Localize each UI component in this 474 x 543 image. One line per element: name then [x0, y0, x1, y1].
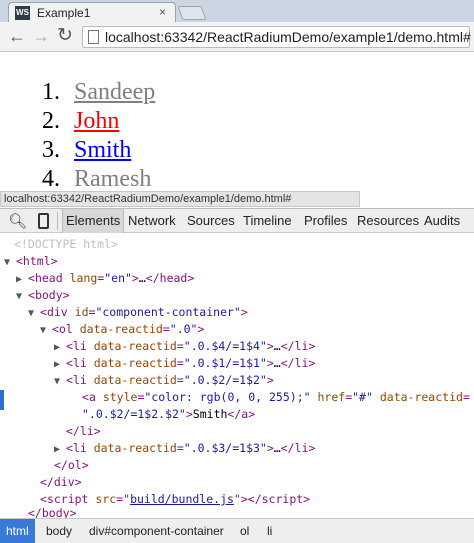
browser-tab[interactable]: WS Example1 × — [8, 2, 176, 24]
expand-triangle-icon[interactable]: ▶ — [54, 441, 66, 458]
collapse-triangle-icon[interactable]: ▼ — [28, 305, 40, 322]
dom-div-close[interactable]: </div> — [40, 474, 82, 491]
list-item: 3. Smith — [42, 137, 132, 163]
tab-strip: WS Example1 × — [0, 0, 474, 24]
dom-div-node[interactable]: ▼ <div id="component-container"> — [28, 304, 248, 321]
new-tab-button[interactable] — [177, 6, 207, 20]
dom-li-node[interactable]: ▶ <li data-reactid=".0.$3/=1$3">…</li> — [54, 440, 315, 457]
url-text[interactable]: localhost:63342/ReactRadiumDemo/example1… — [105, 29, 471, 45]
collapse-triangle-icon[interactable]: ▼ — [40, 322, 52, 339]
breadcrumb-li[interactable]: li — [267, 519, 272, 543]
separator — [57, 212, 58, 230]
collapse-triangle-icon[interactable]: ▼ — [4, 254, 16, 271]
breadcrumb-ol[interactable]: ol — [240, 519, 249, 543]
collapse-triangle-icon[interactable]: ▼ — [54, 373, 66, 390]
page-content: 1. Sandeep 2. John 3. Smith 4. Ramesh — [0, 52, 474, 192]
list-item: 1. Sandeep — [42, 79, 156, 105]
breadcrumb-div[interactable]: div#component-container — [89, 519, 224, 543]
tab-resources[interactable]: Resources — [357, 209, 419, 233]
inspect-search-icon[interactable]: 🔍︎ — [8, 212, 27, 230]
back-arrow-icon[interactable]: ← — [8, 26, 26, 46]
expand-triangle-icon[interactable]: ▶ — [54, 339, 66, 356]
dom-doctype[interactable]: <!DOCTYPE html> — [14, 236, 118, 253]
tab-title: Example1 — [37, 6, 91, 20]
person-link[interactable]: Sandeep — [74, 79, 155, 105]
expand-triangle-icon[interactable]: ▶ — [16, 271, 28, 288]
dom-li-node[interactable]: ▶ <li data-reactid=".0.$4/=1$4">…</li> — [54, 338, 315, 355]
dom-a-node-cont[interactable]: ".0.$2/=1$2.$2">Smith</a> — [82, 406, 255, 423]
dom-li-node[interactable]: ▼ <li data-reactid=".0.$2/=1$2"> — [54, 372, 274, 389]
dom-html-node[interactable]: ▼ <html> — [4, 253, 58, 270]
webstorm-favicon-icon: WS — [15, 6, 30, 20]
person-link[interactable]: Smith — [74, 137, 131, 163]
breadcrumb: html body div#component-container ol li — [0, 518, 474, 543]
device-mode-icon[interactable] — [38, 213, 49, 229]
dom-body-node[interactable]: ▼ <body> — [16, 287, 70, 304]
devtools-toolbar: 🔍︎ Elements Network Sources Timeline Pro… — [0, 208, 474, 233]
dom-ol-close[interactable]: </ol> — [54, 457, 89, 474]
tab-network[interactable]: Network — [128, 209, 176, 233]
reload-icon[interactable]: ↻ — [57, 26, 73, 46]
expand-triangle-icon[interactable]: ▶ — [54, 356, 66, 373]
dom-li-close[interactable]: </li> — [66, 423, 101, 440]
breadcrumb-html[interactable]: html — [0, 519, 35, 543]
tab-sources[interactable]: Sources — [187, 209, 235, 233]
tab-profiles[interactable]: Profiles — [304, 209, 347, 233]
list-item: 4. Ramesh — [42, 166, 152, 192]
collapse-triangle-icon[interactable]: ▼ — [16, 288, 28, 305]
script-src-link[interactable]: build/bundle.js — [130, 492, 234, 506]
close-tab-icon[interactable]: × — [159, 5, 166, 19]
dom-script-node[interactable]: <script src="build/bundle.js"></script> — [40, 491, 310, 508]
tab-audits[interactable]: Audits — [424, 209, 460, 233]
status-bubble: localhost:63342/ReactRadiumDemo/example1… — [0, 191, 360, 207]
tab-timeline[interactable]: Timeline — [243, 209, 292, 233]
dom-a-node[interactable]: <a style="color: rgb(0, 0, 255);" href="… — [82, 389, 470, 406]
person-link[interactable]: Ramesh — [74, 166, 151, 192]
person-link[interactable]: John — [74, 108, 119, 134]
address-bar[interactable]: localhost:63342/ReactRadiumDemo/example1… — [82, 26, 471, 48]
drawer-handle[interactable] — [0, 390, 4, 410]
dom-ol-node[interactable]: ▼ <ol data-reactid=".0"> — [40, 321, 204, 338]
forward-arrow-icon[interactable]: → — [32, 26, 50, 46]
elements-panel: <!DOCTYPE html> ▼ <html> ▶ <head lang="en"… — [0, 234, 474, 520]
page-icon — [88, 30, 99, 44]
people-list: 1. Sandeep 2. John 3. Smith 4. Ramesh — [42, 78, 155, 194]
browser-toolbar: ← → ↻ localhost:63342/ReactRadiumDemo/ex… — [0, 22, 474, 52]
tab-elements[interactable]: Elements — [62, 209, 125, 233]
breadcrumb-body[interactable]: body — [46, 519, 72, 543]
dom-head-node[interactable]: ▶ <head lang="en">…</head> — [16, 270, 194, 287]
dom-li-node[interactable]: ▶ <li data-reactid=".0.$1/=1$1">…</li> — [54, 355, 315, 372]
list-item: 2. John — [42, 108, 120, 134]
